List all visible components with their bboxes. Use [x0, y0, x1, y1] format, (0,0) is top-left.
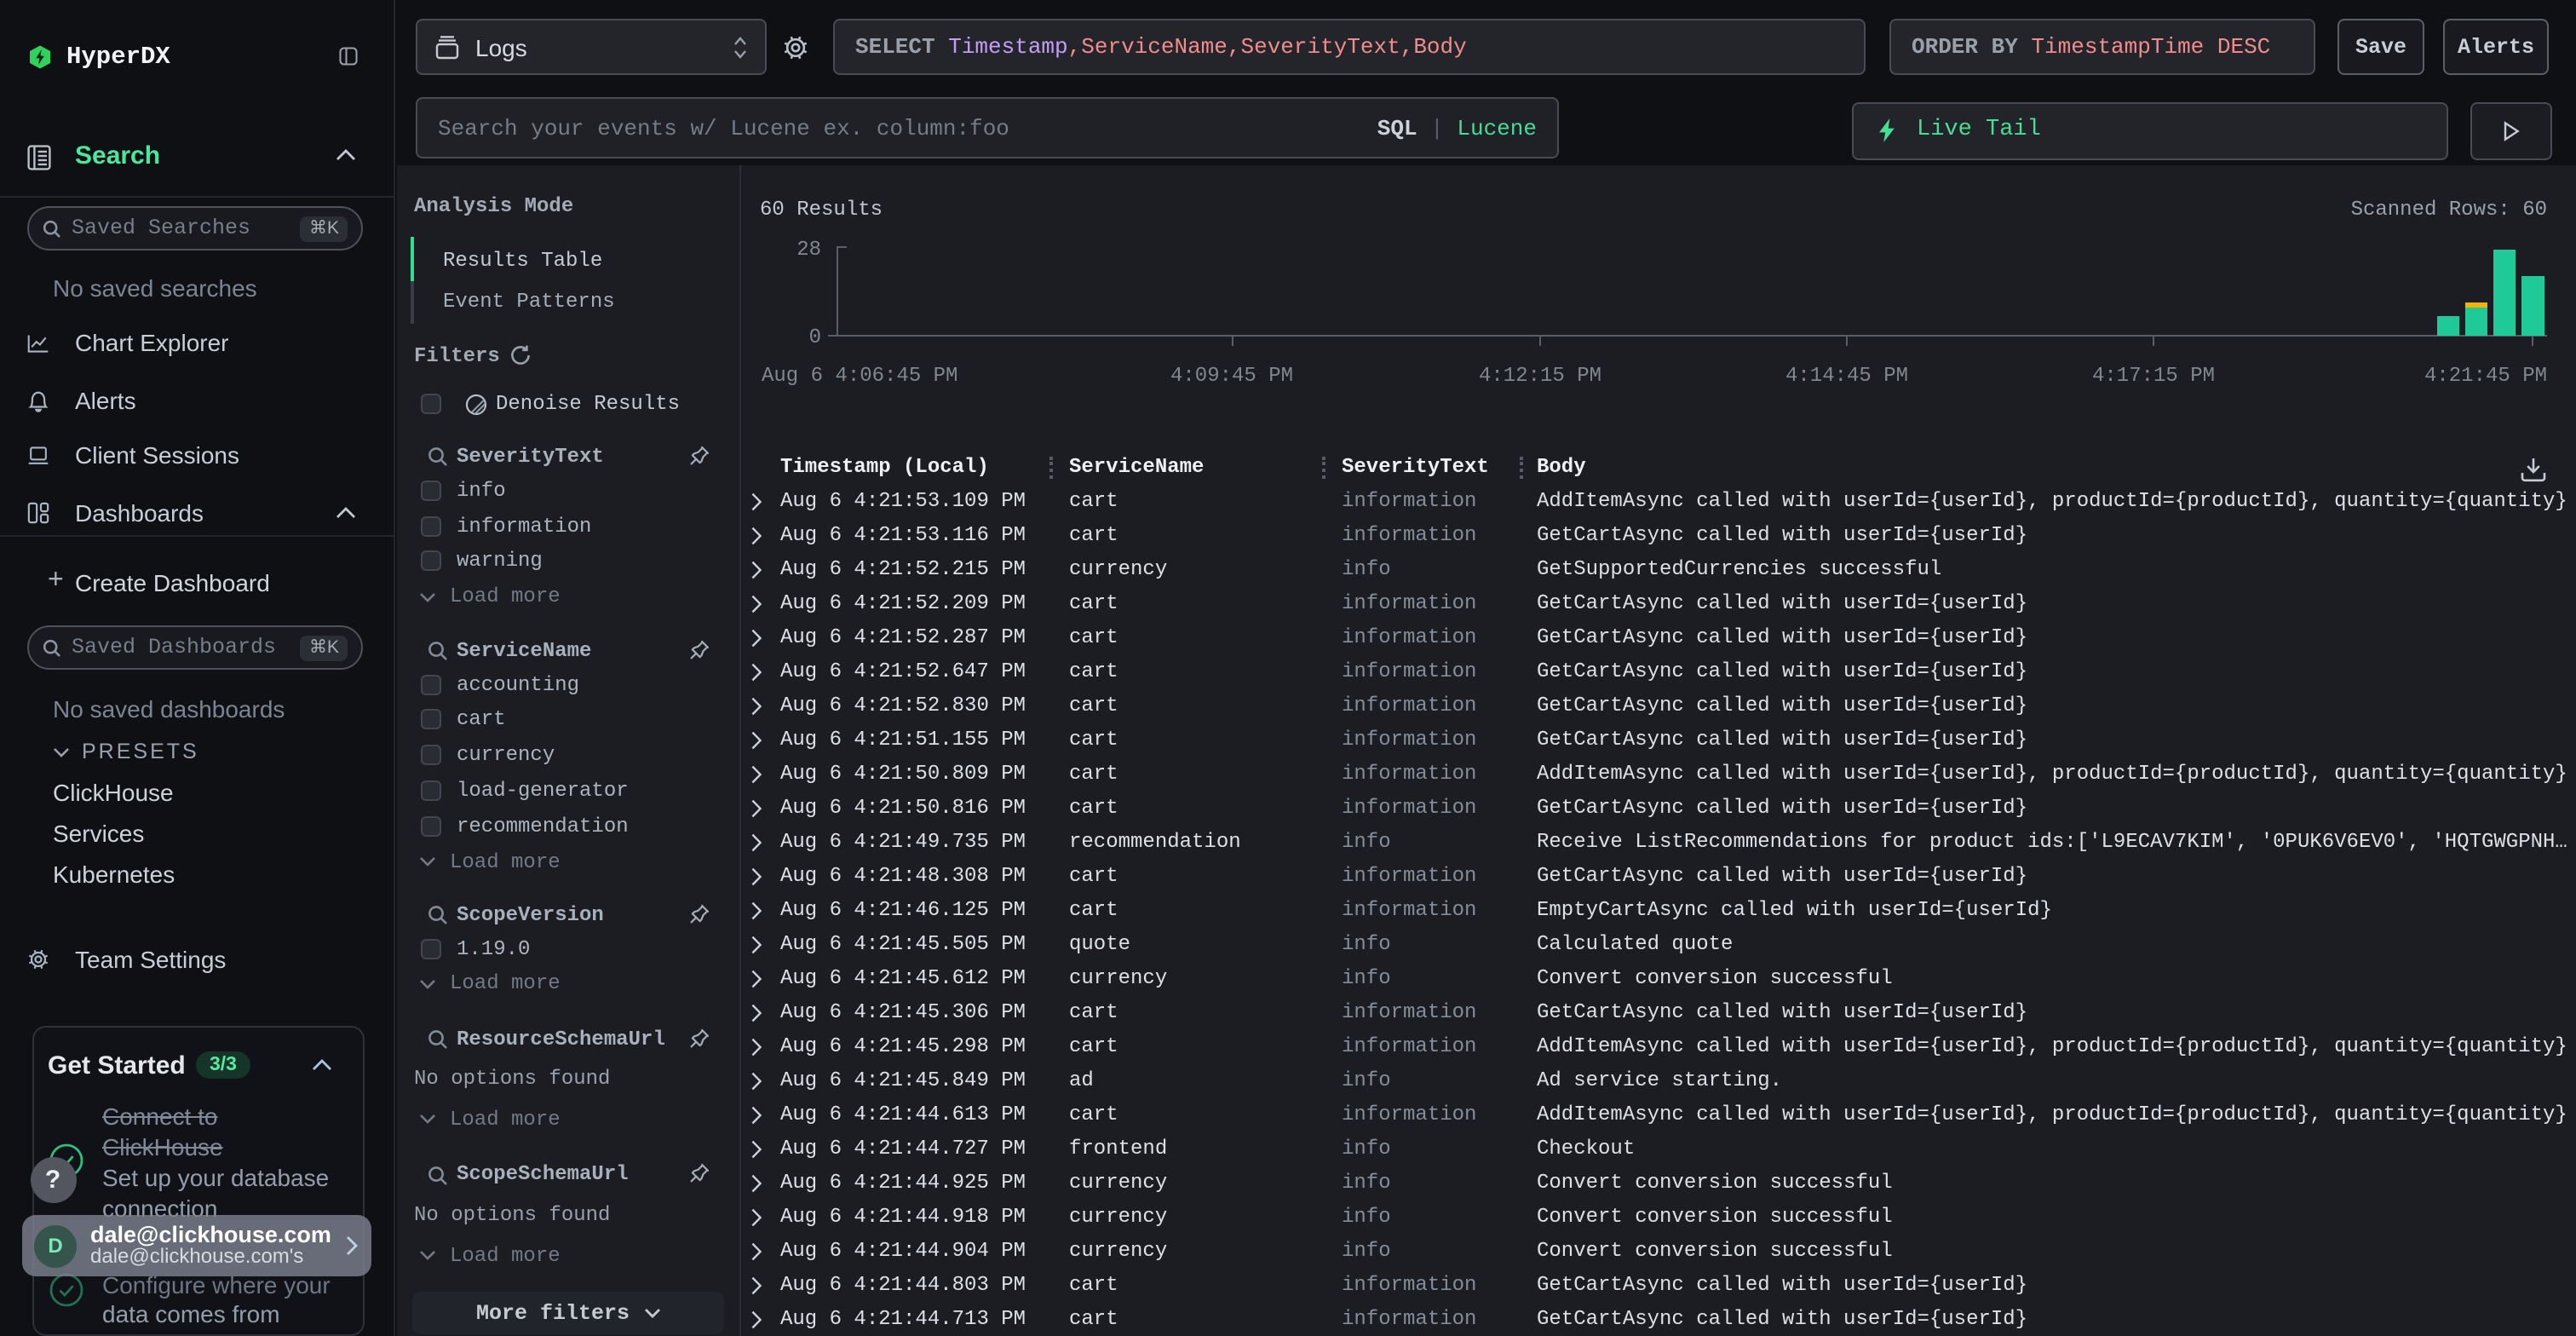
svg-text:28: 28	[796, 239, 821, 262]
svg-text:4:14:45 PM: 4:14:45 PM	[1785, 365, 1908, 388]
svg-text:Aug 6 4:06:45 PM: Aug 6 4:06:45 PM	[762, 365, 957, 388]
svg-text:0: 0	[809, 326, 821, 349]
svg-text:4:21:45 PM: 4:21:45 PM	[2424, 365, 2547, 388]
svg-text:4:12:15 PM: 4:12:15 PM	[1479, 365, 1601, 388]
svg-text:4:09:45 PM: 4:09:45 PM	[1170, 365, 1293, 388]
svg-text:4:17:15 PM: 4:17:15 PM	[2092, 365, 2215, 388]
